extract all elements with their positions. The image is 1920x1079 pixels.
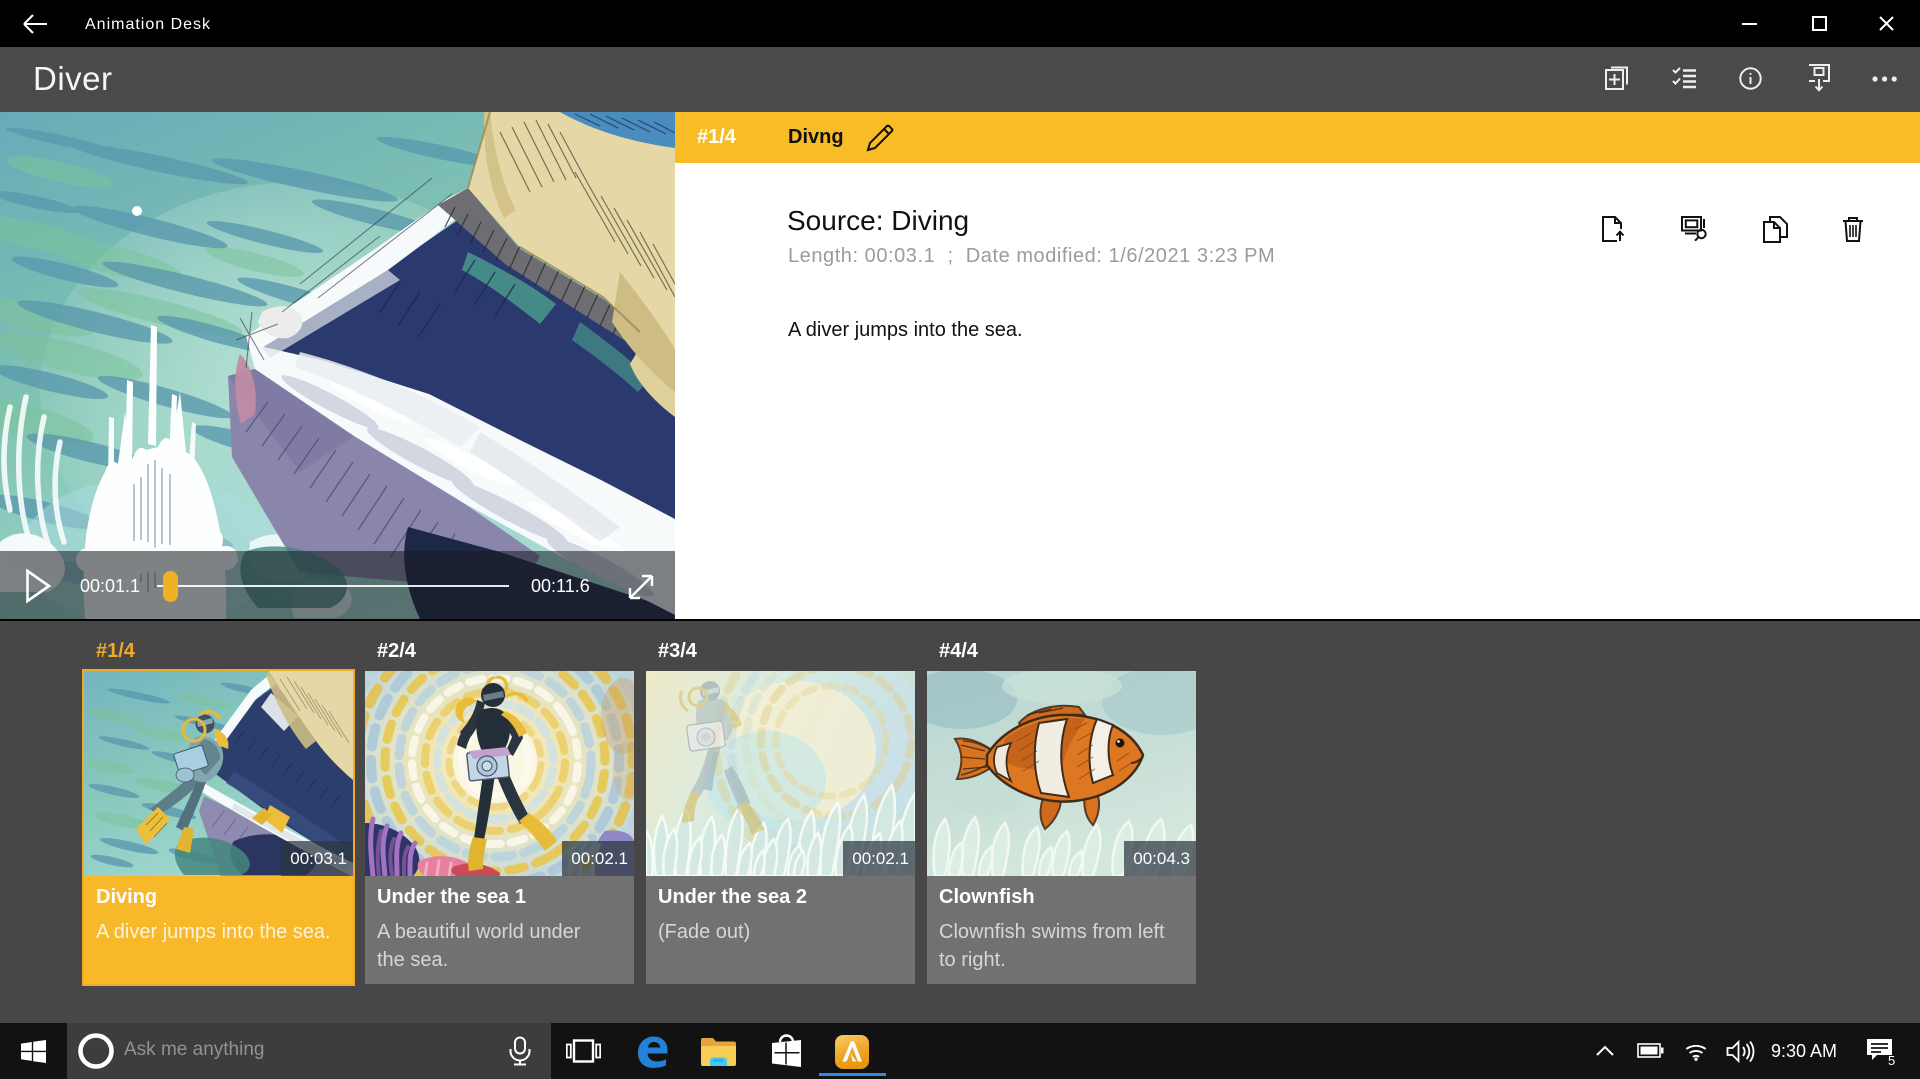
svg-text:5: 5: [1888, 1053, 1895, 1066]
